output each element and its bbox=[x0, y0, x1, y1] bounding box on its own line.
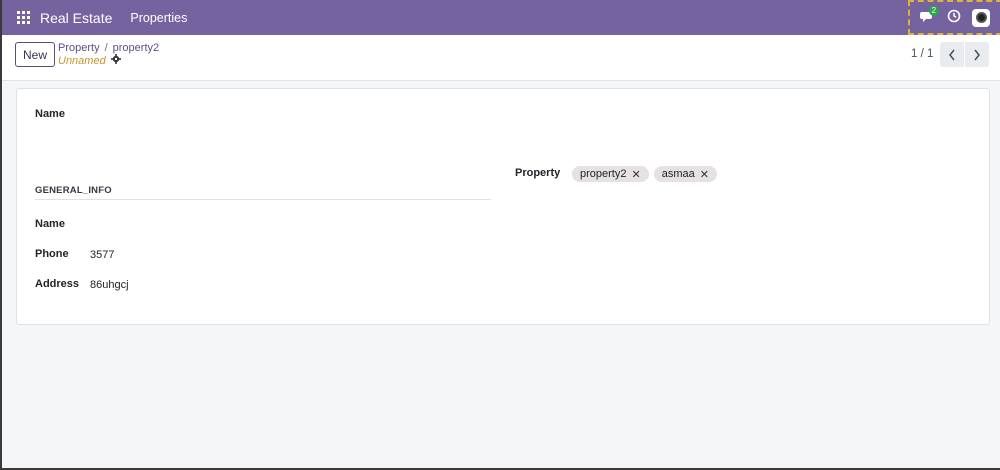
field-value-phone[interactable]: 3577 bbox=[90, 249, 114, 261]
control-panel: New Property / property2 Unnamed 1 / 1 bbox=[2, 35, 1000, 81]
activity-clock-icon[interactable] bbox=[947, 9, 961, 26]
breadcrumb-separator: / bbox=[104, 42, 108, 54]
unnamed-indicator: Unnamed bbox=[58, 54, 106, 67]
pager-value[interactable]: 1 / 1 bbox=[911, 48, 933, 60]
breadcrumb-current[interactable]: property2 bbox=[113, 42, 159, 54]
field-value-address[interactable]: 86uhgcj bbox=[90, 279, 129, 291]
app-name[interactable]: Real Estate bbox=[40, 10, 112, 26]
record-status: Unnamed bbox=[58, 54, 121, 67]
field-label-phone: Phone bbox=[35, 248, 69, 260]
pager-next-button[interactable] bbox=[965, 42, 989, 67]
messages-badge: 2 bbox=[928, 5, 940, 16]
tag-label: asmaa bbox=[661, 168, 695, 180]
tag-asmaa: asmaa ✕ bbox=[653, 166, 717, 182]
close-icon[interactable]: ✕ bbox=[700, 168, 709, 181]
new-button[interactable]: New bbox=[15, 42, 55, 67]
breadcrumb-property[interactable]: Property bbox=[58, 42, 100, 54]
systray: 2 bbox=[908, 0, 1000, 35]
menu-item-properties[interactable]: Properties bbox=[130, 11, 187, 25]
tag-property2: property2 ✕ bbox=[572, 166, 649, 182]
property-tags[interactable]: property2 ✕ asmaa ✕ bbox=[572, 166, 717, 182]
name-label: Name bbox=[35, 108, 65, 120]
property-label: Property bbox=[515, 167, 561, 179]
close-icon[interactable]: ✕ bbox=[631, 168, 640, 181]
form-sheet: Name GENERAL_INFO Name Phone 3577 Addres… bbox=[16, 88, 990, 325]
chevron-right-icon bbox=[974, 49, 980, 60]
pager-previous-button[interactable] bbox=[940, 42, 964, 67]
field-label-address: Address bbox=[35, 278, 80, 290]
group-title: GENERAL_INFO bbox=[35, 185, 491, 200]
gear-icon[interactable] bbox=[110, 54, 121, 67]
user-avatar[interactable] bbox=[972, 8, 991, 27]
chevron-left-icon bbox=[949, 49, 955, 60]
top-navbar: Real Estate Properties 2 bbox=[2, 0, 1000, 35]
field-label-name: Name bbox=[35, 218, 65, 230]
breadcrumb: Property / property2 bbox=[58, 42, 159, 54]
apps-menu-icon[interactable] bbox=[17, 11, 30, 24]
messages-icon[interactable]: 2 bbox=[919, 5, 940, 25]
tag-label: property2 bbox=[580, 168, 627, 180]
